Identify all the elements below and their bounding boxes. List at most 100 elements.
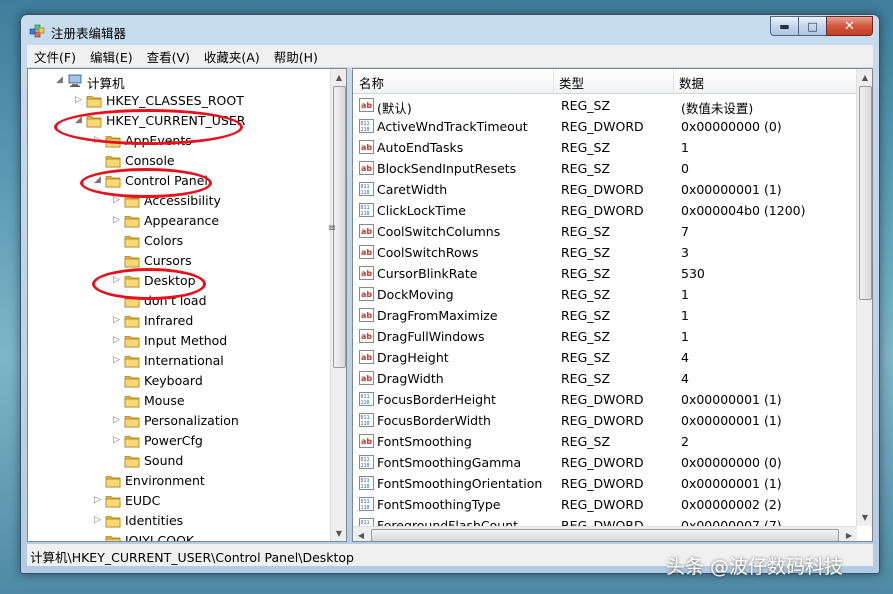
- folder-icon: [105, 534, 121, 541]
- collapsed-arrow-icon[interactable]: ▷: [113, 335, 120, 345]
- menu-help[interactable]: 帮助(H): [267, 47, 325, 66]
- value-row[interactable]: ab DragFullWindows REG_SZ 1: [353, 326, 857, 347]
- tree-item[interactable]: ▷ Identities: [28, 511, 328, 531]
- menu-file[interactable]: 文件(F): [27, 47, 83, 66]
- column-header-type[interactable]: 类型: [559, 73, 584, 92]
- column-divider[interactable]: [673, 69, 674, 93]
- folder-icon: [86, 94, 102, 108]
- scroll-up-icon[interactable]: ▲: [857, 69, 872, 85]
- value-row[interactable]: 011 110 ActiveWndTrackTimeout REG_DWORD 0x00…: [353, 116, 857, 137]
- tree-vertical-scrollbar[interactable]: ▲ ▼: [330, 69, 346, 541]
- maximize-button[interactable]: □: [798, 16, 826, 36]
- folder-icon: [124, 374, 140, 388]
- value-row[interactable]: 011 110 ClickLockTime REG_DWORD 0x000004b0 (…: [353, 200, 857, 221]
- tree-item[interactable]: Sound: [28, 451, 328, 471]
- list-vertical-scrollbar[interactable]: ▲ ▼: [856, 69, 872, 526]
- value-data: 0x00000002 (2): [681, 497, 782, 512]
- menu-view[interactable]: 查看(V): [140, 47, 197, 66]
- column-header-name[interactable]: 名称: [359, 73, 384, 92]
- collapsed-arrow-icon[interactable]: ▷: [113, 275, 120, 285]
- value-row[interactable]: 011 110 FocusBorderWidth REG_DWORD 0x0000000…: [353, 410, 857, 431]
- expanded-arrow-icon[interactable]: ◢: [94, 175, 101, 185]
- value-row[interactable]: 011 110 FontSmoothingGamma REG_DWORD 0x00000…: [353, 452, 857, 473]
- value-row[interactable]: ab FontSmoothing REG_SZ 2: [353, 431, 857, 452]
- scroll-left-icon[interactable]: ◀: [353, 527, 369, 541]
- tree-item[interactable]: ◢ 计算机: [28, 71, 328, 91]
- value-row[interactable]: ab (默认) REG_SZ (数值未设置): [353, 95, 857, 116]
- collapsed-arrow-icon[interactable]: ▷: [94, 515, 101, 525]
- folder-icon: [124, 314, 140, 328]
- value-row[interactable]: 011 110 FocusBorderHeight REG_DWORD 0x000000…: [353, 389, 857, 410]
- tree-item[interactable]: ▷ AppEvents: [28, 131, 328, 151]
- tree-item[interactable]: ▷ Accessibility: [28, 191, 328, 211]
- scroll-up-icon[interactable]: ▲: [331, 69, 346, 85]
- menu-favorites[interactable]: 收藏夹(A): [197, 47, 267, 66]
- binary-value-icon: 011110: [359, 455, 374, 469]
- svg-text:ab: ab: [361, 164, 372, 173]
- value-name: CoolSwitchColumns: [377, 224, 501, 239]
- tree-item[interactable]: ▷ EUDC: [28, 491, 328, 511]
- tree-item[interactable]: ▷ International: [28, 351, 328, 371]
- value-row[interactable]: ab BlockSendInputResets REG_SZ 0: [353, 158, 857, 179]
- tree-item[interactable]: ▷ Desktop: [28, 271, 328, 291]
- value-row[interactable]: 011 110 FontSmoothingOrientation REG_DWORD 0…: [353, 473, 857, 494]
- binary-value-icon: 011110: [359, 413, 374, 427]
- collapsed-arrow-icon[interactable]: ▷: [113, 355, 120, 365]
- value-row[interactable]: 011 110 CaretWidth REG_DWORD 0x00000001 (1): [353, 179, 857, 200]
- collapsed-arrow-icon[interactable]: ▷: [113, 195, 120, 205]
- collapsed-arrow-icon[interactable]: ▷: [94, 495, 101, 505]
- tree-item[interactable]: ◢ HKEY_CURRENT_USER: [28, 111, 328, 131]
- value-row[interactable]: ab CoolSwitchRows REG_SZ 3: [353, 242, 857, 263]
- tree-item[interactable]: ▷ Personalization: [28, 411, 328, 431]
- scroll-down-icon[interactable]: ▼: [331, 525, 346, 541]
- value-row[interactable]: ab DragFromMaximize REG_SZ 1: [353, 305, 857, 326]
- value-row[interactable]: ab CoolSwitchColumns REG_SZ 7: [353, 221, 857, 242]
- tree-item[interactable]: Cursors: [28, 251, 328, 271]
- value-row[interactable]: 011 110 FontSmoothingType REG_DWORD 0x000000…: [353, 494, 857, 515]
- tree-item[interactable]: ▷ PowerCfg: [28, 431, 328, 451]
- tree-item[interactable]: ▷ Infrared: [28, 311, 328, 331]
- value-row[interactable]: ab CursorBlinkRate REG_SZ 530: [353, 263, 857, 284]
- tree-item-label: HKEY_CLASSES_ROOT: [106, 93, 244, 108]
- title-bar[interactable]: 注册表编辑器 ▬ □ ✕: [21, 15, 879, 45]
- collapsed-arrow-icon[interactable]: ▷: [75, 95, 82, 105]
- column-header-data[interactable]: 数据: [679, 73, 704, 92]
- tree-item[interactable]: Environment: [28, 471, 328, 491]
- scroll-right-icon[interactable]: ▶: [841, 527, 857, 541]
- tree-item[interactable]: Mouse: [28, 391, 328, 411]
- tree-item[interactable]: don't load: [28, 291, 328, 311]
- minimize-button[interactable]: ▬: [770, 16, 798, 36]
- tree-item[interactable]: Console: [28, 151, 328, 171]
- list-horizontal-scrollbar[interactable]: ◀ ▶: [353, 526, 857, 541]
- column-divider[interactable]: [553, 69, 554, 93]
- value-row[interactable]: ab AutoEndTasks REG_SZ 1: [353, 137, 857, 158]
- value-type: REG_SZ: [561, 329, 611, 344]
- collapsed-arrow-icon[interactable]: ▷: [94, 135, 101, 145]
- tree-item[interactable]: Keyboard: [28, 371, 328, 391]
- tree-item[interactable]: ▷ Appearance: [28, 211, 328, 231]
- pane-splitter[interactable]: ≡: [327, 223, 337, 234]
- collapsed-arrow-icon[interactable]: ▷: [113, 315, 120, 325]
- list-hscroll-thumb[interactable]: [371, 529, 839, 541]
- tree-item[interactable]: Colors: [28, 231, 328, 251]
- tree-item[interactable]: ▷ Input Method: [28, 331, 328, 351]
- expanded-arrow-icon[interactable]: ◢: [75, 115, 82, 125]
- collapsed-arrow-icon[interactable]: ▷: [113, 215, 120, 225]
- value-row[interactable]: ab DragWidth REG_SZ 4: [353, 368, 857, 389]
- folder-icon: [124, 334, 140, 348]
- list-scroll-thumb[interactable]: [859, 86, 872, 300]
- tree-item[interactable]: ◢ Control Panel: [28, 171, 328, 191]
- value-row[interactable]: ab DragHeight REG_SZ 4: [353, 347, 857, 368]
- scroll-down-icon[interactable]: ▼: [857, 509, 872, 525]
- menu-edit[interactable]: 编辑(E): [83, 47, 140, 66]
- collapsed-arrow-icon[interactable]: ▷: [113, 435, 120, 445]
- collapsed-arrow-icon[interactable]: ▷: [113, 415, 120, 425]
- expanded-arrow-icon[interactable]: ◢: [56, 75, 63, 85]
- status-path: 计算机\HKEY_CURRENT_USER\Control Panel\Desk…: [30, 550, 354, 565]
- value-data: 0x00000001 (1): [681, 476, 782, 491]
- binary-value-icon: 011110: [359, 476, 374, 490]
- tree-item[interactable]: IQIYI COOK: [28, 531, 328, 541]
- tree-item[interactable]: ▷ HKEY_CLASSES_ROOT: [28, 91, 328, 111]
- value-row[interactable]: ab DockMoving REG_SZ 1: [353, 284, 857, 305]
- close-button[interactable]: ✕: [826, 16, 873, 36]
